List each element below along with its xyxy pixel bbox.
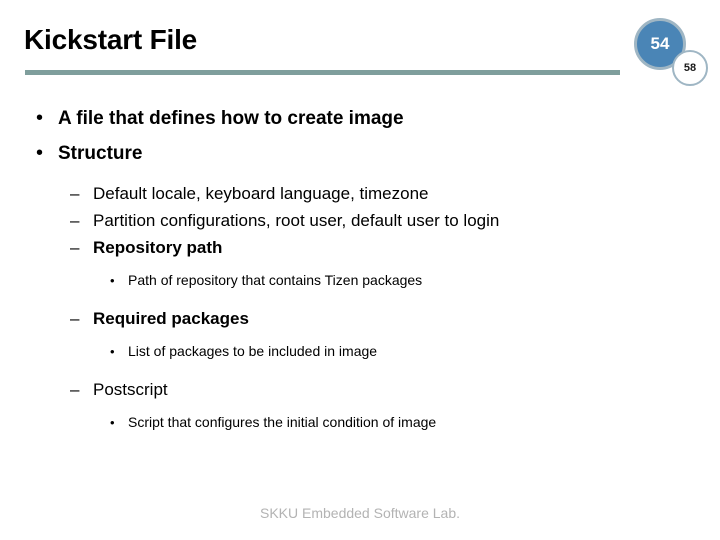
bullet-item-level-2: – Required packages xyxy=(0,309,720,336)
bullet-marker-level-1: • xyxy=(36,142,44,164)
bullet-text: List of packages to be included in image xyxy=(128,343,378,359)
bullet-item-level-2: – Partition configurations, root user, de… xyxy=(0,211,720,238)
bullet-item-level-1: • Structure xyxy=(0,143,720,177)
bullet-text: Default locale, keyboard language, timez… xyxy=(93,184,429,203)
bullet-text: Required packages xyxy=(93,309,249,328)
bullet-text: A file that defines how to create image xyxy=(58,108,404,129)
bullet-marker-level-2: – xyxy=(70,211,80,230)
bullet-marker-level-2: – xyxy=(70,184,80,203)
bullet-list: • A file that defines how to create image… xyxy=(0,108,720,442)
bullet-marker-level-3: • xyxy=(110,415,115,430)
title-underline-rule xyxy=(25,70,620,75)
bullet-text: Structure xyxy=(58,143,143,164)
bullet-item-level-2: – Repository path xyxy=(0,238,720,265)
bullet-marker-level-3: • xyxy=(110,273,115,288)
bullet-marker-level-2: – xyxy=(70,309,80,328)
bullet-text: Partition configurations, root user, def… xyxy=(93,211,500,230)
bullet-marker-level-3: • xyxy=(110,344,115,359)
page-number-badge-secondary: 58 xyxy=(672,50,708,86)
bullet-item-level-2: – Default locale, keyboard language, time… xyxy=(0,184,720,211)
bullet-text: Script that configures the initial condi… xyxy=(128,414,437,430)
bullet-item-level-3: • List of packages to be included in imag… xyxy=(0,343,720,371)
bullet-marker-level-2: – xyxy=(70,238,80,257)
slide-footer: SKKU Embedded Software Lab. xyxy=(259,505,460,521)
bullet-text: Path of repository that contains Tizen p… xyxy=(128,272,423,288)
page-badge-group: 54 58 xyxy=(630,18,716,92)
bullet-item-level-3: • Script that configures the initial cond… xyxy=(0,414,720,442)
bullet-marker-level-1: • xyxy=(36,107,44,129)
slide-canvas: Kickstart File 54 58 • A file that define… xyxy=(0,0,720,540)
bullet-item-level-2: – Postscript xyxy=(0,380,720,407)
bullet-item-level-3: • Path of repository that contains Tizen … xyxy=(0,272,720,300)
bullet-marker-level-2: – xyxy=(70,380,80,399)
bullet-text: Repository path xyxy=(93,238,223,257)
bullet-text: Postscript xyxy=(93,380,168,399)
slide-title: Kickstart File xyxy=(24,24,198,55)
bullet-item-level-1: • A file that defines how to create image xyxy=(0,108,720,142)
